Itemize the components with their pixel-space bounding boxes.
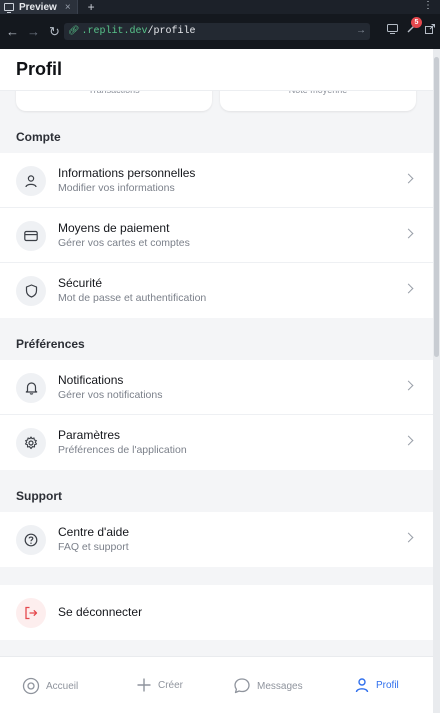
plus-icon — [137, 678, 151, 692]
menu-item-settings[interactable]: Paramètres Préférences de l'application — [0, 415, 433, 470]
logout-label: Se déconnecter — [58, 605, 143, 619]
menu-item-subtitle: Modifier vos informations — [58, 182, 175, 194]
open-external-icon[interactable] — [421, 23, 439, 40]
address-bar[interactable]: 🔗︎ .replit.dev/profile → — [64, 23, 370, 40]
scrollbar[interactable] — [433, 49, 440, 713]
monitor-icon — [4, 3, 14, 13]
chevron-right-icon — [403, 283, 414, 294]
logout-group: Se déconnecter — [0, 585, 433, 640]
logout-icon — [16, 598, 46, 628]
user-icon — [16, 166, 46, 196]
browser-toolbar: ← → ↻ 🔗︎ .replit.dev/profile → 5 — [0, 14, 440, 49]
bottom-navigation: Accueil Créer Messages Profil — [0, 656, 433, 713]
reload-icon[interactable]: ↻ — [46, 24, 63, 40]
browser-tab-bar: Preview × + ⋮ — [0, 0, 440, 14]
section-title-support: Support — [16, 489, 62, 503]
preferences-group: Notifications Gérer vos notifications Pa… — [0, 360, 433, 470]
help-circle-icon — [16, 525, 46, 555]
tab-title: Preview — [19, 1, 57, 13]
more-options-button[interactable]: ⋮ — [423, 1, 433, 11]
menu-item-subtitle: Gérer vos notifications — [58, 389, 163, 401]
menu-item-title: Informations personnelles — [58, 166, 196, 180]
message-icon — [234, 678, 250, 694]
home-icon — [22, 677, 40, 695]
credit-card-icon — [16, 221, 46, 251]
go-arrow-icon[interactable]: → — [358, 23, 364, 40]
menu-item-subtitle: FAQ et support — [58, 541, 129, 553]
logout-button[interactable]: Se déconnecter — [0, 585, 433, 640]
menu-item-title: Paramètres — [58, 428, 121, 442]
menu-item-subtitle: Gérer vos cartes et comptes — [58, 237, 190, 249]
device-preview-icon[interactable] — [383, 23, 401, 40]
nav-item-profile[interactable]: Profil — [354, 677, 399, 693]
new-tab-button[interactable]: + — [88, 1, 95, 13]
nav-item-home[interactable]: Accueil — [22, 677, 78, 695]
account-group: Informations personnelles Modifier vos i… — [0, 153, 433, 318]
menu-item-notifications[interactable]: Notifications Gérer vos notifications — [0, 360, 433, 415]
menu-item-security[interactable]: Sécurité Mot de passe et authentificatio… — [0, 263, 433, 318]
url-host: .replit.dev — [81, 26, 148, 37]
menu-item-title: Sécurité — [58, 276, 103, 290]
browser-tab-preview[interactable]: Preview × — [0, 0, 78, 14]
url-path: /profile — [147, 26, 196, 37]
nav-item-create[interactable]: Créer — [136, 677, 183, 693]
nav-label: Créer — [158, 679, 184, 691]
menu-item-subtitle: Préférences de l'application — [58, 444, 187, 456]
chevron-right-icon — [403, 173, 414, 184]
menu-item-title: Moyens de paiement — [58, 221, 170, 235]
menu-item-help-center[interactable]: Centre d'aide FAQ et support — [0, 512, 433, 567]
page-title: Profil — [16, 59, 63, 79]
link-icon: 🔗︎ — [68, 26, 80, 36]
menu-item-personal-info[interactable]: Informations personnelles Modifier vos i… — [0, 153, 433, 208]
nav-label: Messages — [257, 680, 303, 692]
nav-label: Profil — [376, 679, 399, 691]
shield-icon — [16, 276, 46, 306]
profile-screen: Profil Transactions Note moyenne Compte … — [0, 49, 433, 713]
section-title-account: Compte — [16, 130, 61, 144]
nav-label: Accueil — [46, 680, 79, 692]
tab-close-button[interactable]: × — [65, 2, 71, 13]
user-icon — [355, 678, 369, 693]
scrollbar-thumb[interactable] — [434, 57, 439, 357]
chevron-right-icon — [403, 380, 414, 391]
support-group: Centre d'aide FAQ et support — [0, 512, 433, 567]
section-title-preferences: Préférences — [16, 337, 85, 351]
forward-arrow-icon[interactable]: → — [25, 24, 42, 39]
menu-item-title: Notifications — [58, 373, 124, 387]
chevron-right-icon — [403, 435, 414, 446]
back-arrow-icon[interactable]: ← — [4, 24, 21, 39]
chevron-right-icon — [403, 228, 414, 239]
chevron-right-icon — [403, 532, 414, 543]
gear-icon — [16, 428, 46, 458]
menu-item-title: Centre d'aide — [58, 525, 130, 539]
app-header: Profil — [0, 49, 433, 91]
devtools-icon[interactable]: 5 — [402, 17, 422, 40]
nav-item-messages[interactable]: Messages — [233, 677, 303, 695]
menu-item-payment-methods[interactable]: Moyens de paiement Gérer vos cartes et c… — [0, 208, 433, 263]
menu-item-subtitle: Mot de passe et authentification — [58, 292, 207, 304]
bell-icon — [16, 373, 46, 403]
